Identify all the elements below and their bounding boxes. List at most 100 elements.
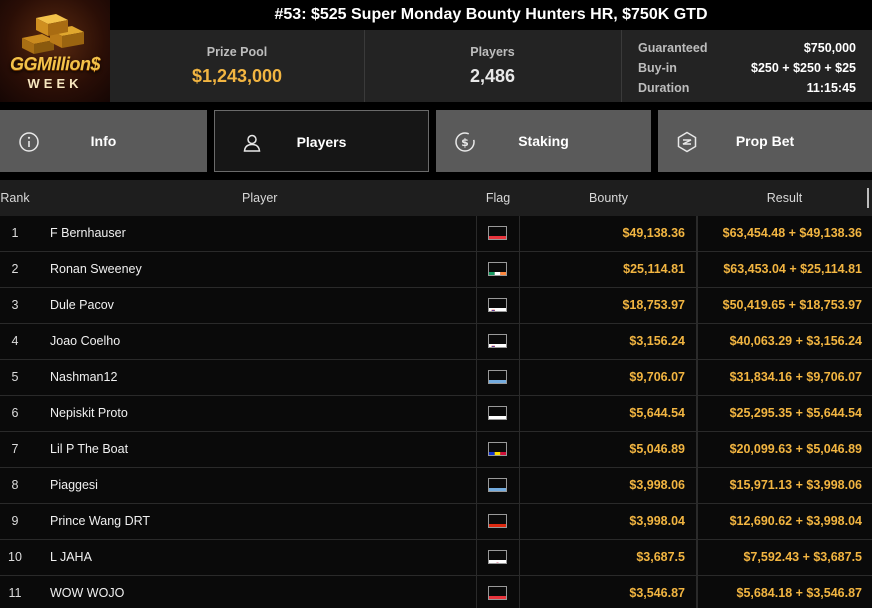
player-name-cell: WOW WOJO	[50, 586, 125, 600]
column-header-result[interactable]: Result	[697, 180, 872, 216]
table-row[interactable]: 9 Prince Wang DRT $3,998.04 $12,690.62 + $3…	[0, 504, 872, 540]
table-row[interactable]: 5 Nashman12 $9,706.07 $31,834.16 + $9,706.0…	[0, 360, 872, 396]
rank-cell: 5	[11, 370, 19, 384]
flag-cell	[476, 396, 520, 431]
tab-info-label: Info	[90, 133, 117, 149]
bounty-cell: $3,546.87	[629, 586, 685, 600]
player-name-cell: Prince Wang DRT	[50, 514, 151, 528]
tournament-details: Guaranteed $750,000 Buy-in $250 + $250 +…	[621, 30, 872, 102]
result-cell: $25,295.35 + $5,644.54	[697, 396, 862, 431]
bounty-cell: $25,114.81	[623, 262, 685, 276]
table-row[interactable]: 11 WOW WOJO $3,546.87 $5,684.18 + $3,546.87	[0, 576, 872, 608]
rank-cell: 1	[11, 226, 19, 240]
bounty-cell: $5,046.89	[629, 442, 685, 456]
rank-cell: 3	[11, 298, 19, 312]
prize-pool-value: $1,243,000	[191, 66, 283, 86]
player-name-cell: Ronan Sweeney	[50, 262, 142, 276]
result-cell: $7,592.43 + $3,687.5	[697, 540, 862, 575]
table-row[interactable]: 10 L JAHA $3,687.5 $7,592.43 + $3,687.5	[0, 540, 872, 576]
cyprus-flag-icon	[488, 406, 507, 420]
flag-cell	[476, 216, 520, 251]
gold-bars-icon	[22, 14, 84, 54]
guaranteed-label: Guaranteed	[638, 41, 708, 55]
column-header-bounty[interactable]: Bounty	[520, 180, 697, 216]
result-cell: $31,834.16 + $9,706.07	[697, 360, 862, 395]
tab-prop-bet-label: Prop Bet	[735, 133, 795, 149]
column-header-flag[interactable]: Flag	[476, 180, 520, 216]
result-cell: $63,453.04 + $25,114.81	[697, 252, 862, 287]
result-cell: $12,690.62 + $3,998.04	[697, 504, 862, 539]
guaranteed-value: $750,000	[803, 41, 856, 55]
rank-cell: 4	[11, 334, 19, 348]
andorra-flag-icon	[488, 442, 507, 456]
flag-cell	[476, 360, 520, 395]
player-name-cell: Nashman12	[50, 370, 118, 384]
duration-value: 11:15:45	[806, 81, 856, 95]
bounty-cell: $3,156.24	[629, 334, 685, 348]
flag-cell	[476, 468, 520, 503]
bounty-cell: $5,644.54	[629, 406, 685, 420]
rank-cell: 10	[8, 550, 22, 564]
slovenia-flag-icon	[488, 334, 507, 348]
tab-prop-bet[interactable]: Prop Bet	[658, 110, 872, 172]
slovenia-flag-icon	[488, 298, 507, 312]
argentina-flag-icon	[488, 370, 507, 384]
rank-cell: 6	[11, 406, 19, 420]
table-row[interactable]: 2 Ronan Sweeney $25,114.81 $63,453.04 + $25…	[0, 252, 872, 288]
rank-cell: 7	[11, 442, 19, 456]
table-row[interactable]: 4 Joao Coelho $3,156.24 $40,063.29 + $3,156…	[0, 324, 872, 360]
result-cell: $20,099.63 + $5,046.89	[697, 432, 862, 467]
rank-cell: 9	[11, 514, 19, 528]
players-value: 2,486	[469, 66, 516, 86]
scrollbar[interactable]	[867, 188, 869, 208]
player-name-cell: Lil P The Boat	[50, 442, 129, 456]
bounty-cell: $3,998.04	[629, 514, 685, 528]
tab-staking[interactable]: $ Staking	[436, 110, 651, 172]
buyin-label: Buy-in	[638, 61, 677, 75]
ggmillions-week-logo: GGMillion$ WEEK	[0, 0, 110, 102]
flag-cell	[476, 504, 520, 539]
table-row[interactable]: 7 Lil P The Boat $5,046.89 $20,099.63 + $5,…	[0, 432, 872, 468]
result-cell: $5,684.18 + $3,546.87	[697, 576, 862, 608]
table-row[interactable]: 3 Dule Pacov $18,753.97 $50,419.65 + $18,75…	[0, 288, 872, 324]
duration-row: Duration 11:15:45	[638, 78, 856, 98]
player-name-cell: Piaggesi	[50, 478, 98, 492]
bounty-cell: $3,998.06	[629, 478, 685, 492]
tab-info[interactable]: Info	[0, 110, 207, 172]
tournament-title: #53: $525 Super Monday Bounty Hunters HR…	[110, 0, 872, 30]
prize-pool-label: Prize Pool	[206, 45, 268, 59]
result-cell: $15,971.13 + $3,998.06	[697, 468, 862, 503]
player-name-cell: F Bernhauser	[50, 226, 126, 240]
result-cell: $50,419.65 + $18,753.97	[697, 288, 862, 323]
column-header-player[interactable]: Player	[242, 180, 277, 216]
rank-cell: 2	[11, 262, 19, 276]
players-table-body: 1 F Bernhauser $49,138.36 $63,454.48 + $49,…	[0, 216, 872, 608]
flag-cell	[476, 540, 520, 575]
table-row[interactable]: 6 Nepiskit Proto $5,644.54 $25,295.35 + $5,…	[0, 396, 872, 432]
flag-cell	[476, 252, 520, 287]
table-row[interactable]: 1 F Bernhauser $49,138.36 $63,454.48 + $49,…	[0, 216, 872, 252]
argentina-flag-icon	[488, 478, 507, 492]
guaranteed-row: Guaranteed $750,000	[638, 38, 856, 58]
result-cell: $63,454.48 + $49,138.36	[697, 216, 862, 251]
bounty-cell: $9,706.07	[629, 370, 685, 384]
player-name-cell: Nepiskit Proto	[50, 406, 128, 420]
japan-flag-icon	[488, 550, 507, 564]
ireland-flag-icon	[488, 262, 507, 276]
prize-pool-stat: Prize Pool $1,243,000	[110, 30, 364, 102]
players-label: Players	[470, 45, 515, 59]
logo-subtitle: WEEK	[27, 76, 83, 91]
tab-players-label: Players	[296, 134, 347, 150]
player-name-cell: Dule Pacov	[50, 298, 114, 312]
bounty-cell: $18,753.97	[622, 298, 685, 312]
table-header: Rank Player Flag Bounty Result	[0, 180, 872, 216]
hong-kong-flag-icon	[488, 514, 507, 528]
tab-players[interactable]: Players	[214, 110, 429, 172]
flag-cell	[476, 432, 520, 467]
table-row[interactable]: 8 Piaggesi $3,998.06 $15,971.13 + $3,998.06	[0, 468, 872, 504]
flag-cell	[476, 288, 520, 323]
tab-staking-label: Staking	[518, 133, 569, 149]
rank-cell: 11	[8, 586, 22, 600]
column-header-rank[interactable]: Rank	[0, 180, 30, 216]
buyin-row: Buy-in $250 + $250 + $25	[638, 58, 856, 78]
